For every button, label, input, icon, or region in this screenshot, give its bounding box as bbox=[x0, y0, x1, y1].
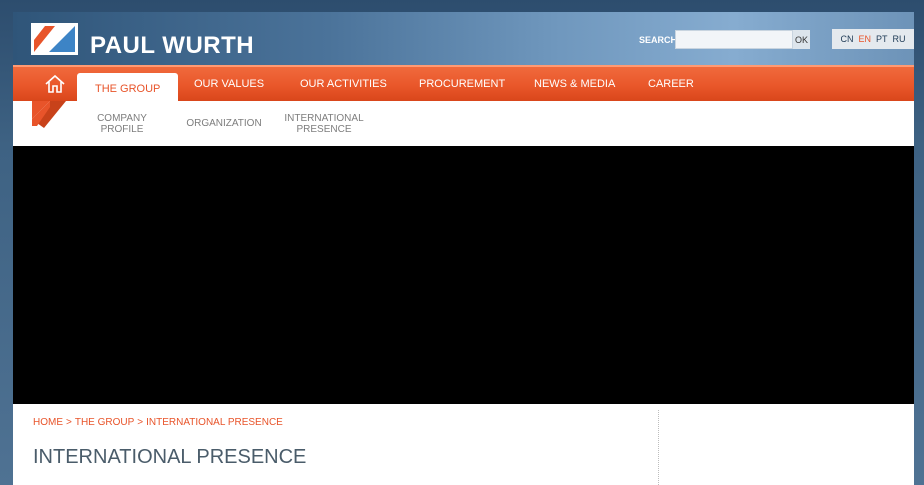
breadcrumb-separator: > bbox=[66, 417, 72, 428]
breadcrumb-separator: > bbox=[137, 417, 144, 428]
breadcrumb-home[interactable]: HOME bbox=[33, 417, 63, 428]
main-content: HOME > THE GROUP > INTERNATIONAL PRESENCE IN… bbox=[13, 404, 914, 485]
lang-pt[interactable]: PT bbox=[876, 34, 888, 44]
video-banner[interactable] bbox=[13, 146, 914, 404]
breadcrumb-international-presence[interactable]: INTERNATIONAL PRESENCE bbox=[146, 417, 283, 428]
sub-nav: COMPANY PROFILE ORGANIZATION INTERNATION… bbox=[13, 101, 914, 146]
nav-career[interactable]: CAREER bbox=[648, 67, 694, 101]
subnav-organization[interactable]: ORGANIZATION bbox=[183, 118, 265, 129]
page-frame: PAUL WURTH SEARCH OK CN EN PT RU THE GRO… bbox=[13, 12, 914, 485]
nav-our-activities[interactable]: OUR ACTIVITIES bbox=[300, 67, 387, 101]
chevron-decoration-icon bbox=[32, 101, 66, 128]
language-switcher: CN EN PT RU bbox=[832, 29, 914, 49]
column-divider bbox=[658, 410, 659, 485]
site-header: PAUL WURTH SEARCH OK CN EN PT RU bbox=[13, 12, 914, 65]
subnav-organization-label: ORGANIZATION bbox=[186, 118, 262, 129]
nav-procurement[interactable]: PROCUREMENT bbox=[419, 67, 505, 101]
house-icon[interactable] bbox=[44, 74, 66, 94]
nav-the-group[interactable]: THE GROUP bbox=[77, 73, 179, 103]
breadcrumb-the-group[interactable]: THE GROUP bbox=[75, 417, 134, 428]
lang-ru[interactable]: RU bbox=[893, 34, 906, 44]
subnav-international-presence-line2: PRESENCE bbox=[296, 124, 352, 135]
subnav-international-presence-line1: INTERNATIONAL bbox=[284, 113, 364, 124]
search-input[interactable] bbox=[675, 30, 793, 49]
lang-cn[interactable]: CN bbox=[840, 34, 853, 44]
page-title: INTERNATIONAL PRESENCE bbox=[33, 446, 307, 468]
nav-our-values[interactable]: OUR VALUES bbox=[194, 67, 264, 101]
search-ok-button[interactable]: OK bbox=[793, 30, 810, 49]
main-nav: THE GROUP OUR VALUES OUR ACTIVITIES PROC… bbox=[13, 65, 914, 103]
lang-en[interactable]: EN bbox=[858, 34, 871, 44]
nav-news-media[interactable]: NEWS & MEDIA bbox=[534, 67, 615, 101]
subnav-company-profile-line1: COMPANY bbox=[97, 113, 147, 124]
subnav-company-profile[interactable]: COMPANY PROFILE bbox=[97, 113, 147, 135]
search-label: SEARCH bbox=[639, 35, 678, 45]
brand-name[interactable]: PAUL WURTH bbox=[90, 32, 254, 60]
logo-icon[interactable] bbox=[31, 23, 78, 55]
subnav-international-presence[interactable]: INTERNATIONAL PRESENCE bbox=[283, 113, 365, 135]
subnav-company-profile-line2: PROFILE bbox=[100, 124, 144, 135]
breadcrumb: HOME > THE GROUP > INTERNATIONAL PRESENCE bbox=[33, 417, 283, 428]
